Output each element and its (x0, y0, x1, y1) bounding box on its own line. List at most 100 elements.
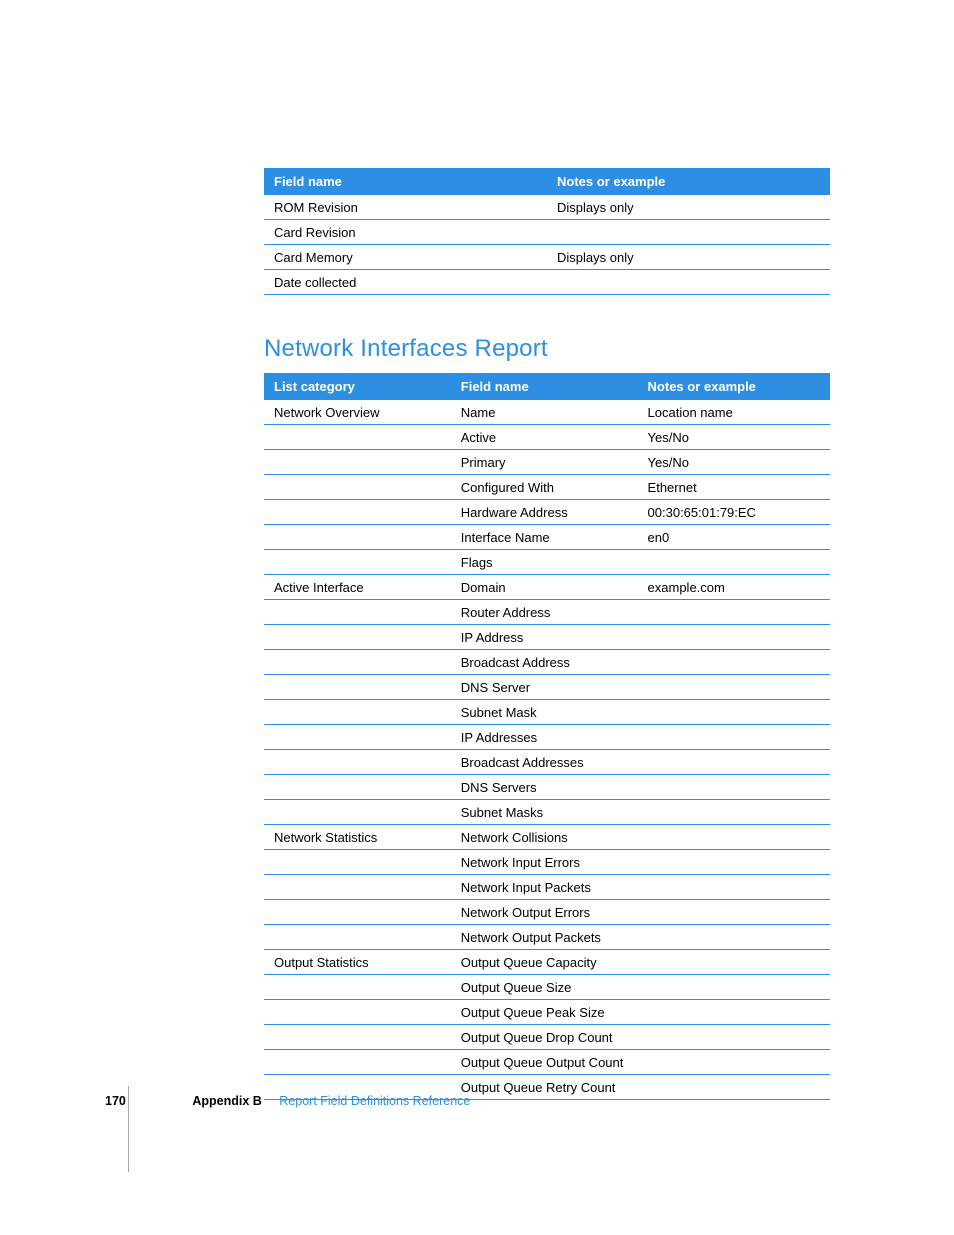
table-cell (638, 550, 830, 575)
table-cell (264, 550, 451, 575)
table-cell: Broadcast Address (451, 650, 638, 675)
table-row: Output Queue Drop Count (264, 1025, 830, 1050)
table-cell (638, 850, 830, 875)
table-cell (638, 900, 830, 925)
table-cell: Ethernet (638, 475, 830, 500)
table-row: Network Input Errors (264, 850, 830, 875)
table-cell (264, 975, 451, 1000)
field-table-2: List category Field name Notes or exampl… (264, 373, 830, 1100)
table-cell: Yes/No (638, 450, 830, 475)
table-cell: Interface Name (451, 525, 638, 550)
table-row: Router Address (264, 600, 830, 625)
table-cell (264, 800, 451, 825)
table-cell (264, 875, 451, 900)
table-row: Card MemoryDisplays only (264, 245, 830, 270)
table-row: Output StatisticsOutput Queue Capacity (264, 950, 830, 975)
table-row: Broadcast Addresses (264, 750, 830, 775)
content-area: Field name Notes or example ROM Revision… (264, 168, 830, 1100)
footer-text: 170 Appendix B Report Field Definitions … (105, 1094, 954, 1108)
table-row: PrimaryYes/No (264, 450, 830, 475)
table-cell: Name (451, 400, 638, 425)
table-row: Configured WithEthernet (264, 475, 830, 500)
table-cell: Network Collisions (451, 825, 638, 850)
table-cell (638, 625, 830, 650)
page-number: 170 (105, 1094, 126, 1108)
table-cell: Network Input Packets (451, 875, 638, 900)
table-cell: Flags (451, 550, 638, 575)
table-cell: Active (451, 425, 638, 450)
table-cell (638, 825, 830, 850)
table-row: Subnet Mask (264, 700, 830, 725)
table-cell (638, 775, 830, 800)
table-cell (638, 675, 830, 700)
table-cell: Location name (638, 400, 830, 425)
table-cell: Hardware Address (451, 500, 638, 525)
table-cell: Network Output Packets (451, 925, 638, 950)
table-row: Hardware Address00:30:65:01:79:EC (264, 500, 830, 525)
table-cell: Subnet Masks (451, 800, 638, 825)
table-cell: Displays only (547, 195, 830, 220)
table-cell: Configured With (451, 475, 638, 500)
table-cell (264, 675, 451, 700)
table-cell: Active Interface (264, 575, 451, 600)
table-cell: Primary (451, 450, 638, 475)
table-cell: ROM Revision (264, 195, 547, 220)
section-title: Network Interfaces Report (264, 335, 830, 363)
table-cell: Network Input Errors (451, 850, 638, 875)
table-cell: Domain (451, 575, 638, 600)
table-cell (264, 925, 451, 950)
table-cell: Card Revision (264, 220, 547, 245)
table-row: Network Output Errors (264, 900, 830, 925)
table-cell (638, 975, 830, 1000)
table-cell: Broadcast Addresses (451, 750, 638, 775)
table-cell: Output Statistics (264, 950, 451, 975)
table-cell (264, 750, 451, 775)
table-cell: Network Overview (264, 400, 451, 425)
table-cell: Output Queue Drop Count (451, 1025, 638, 1050)
table-cell (638, 1050, 830, 1075)
table-cell (638, 650, 830, 675)
table-cell (264, 475, 451, 500)
table-row: Output Queue Size (264, 975, 830, 1000)
table-cell (264, 700, 451, 725)
footer-rule (128, 1086, 129, 1172)
table-row: Network Input Packets (264, 875, 830, 900)
footer-link-text: Report Field Definitions Reference (279, 1094, 470, 1108)
table-cell (547, 220, 830, 245)
table-cell (264, 650, 451, 675)
table-row: Flags (264, 550, 830, 575)
table-cell: IP Addresses (451, 725, 638, 750)
table-row: ROM RevisionDisplays only (264, 195, 830, 220)
table-cell (638, 1000, 830, 1025)
table-cell: Output Queue Peak Size (451, 1000, 638, 1025)
page-footer: 170 Appendix B Report Field Definitions … (0, 1094, 954, 1108)
table-cell (264, 725, 451, 750)
table-cell (264, 775, 451, 800)
table-cell: Card Memory (264, 245, 547, 270)
t2-header-notes: Notes or example (638, 373, 830, 400)
table-cell (264, 450, 451, 475)
table-cell: Output Queue Output Count (451, 1050, 638, 1075)
table-row: DNS Server (264, 675, 830, 700)
table-cell: example.com (638, 575, 830, 600)
table-row: IP Address (264, 625, 830, 650)
t1-header-field-name: Field name (264, 168, 547, 195)
appendix-label: Appendix B (192, 1094, 261, 1108)
table-row: ActiveYes/No (264, 425, 830, 450)
table-cell (638, 925, 830, 950)
table-row: Network Output Packets (264, 925, 830, 950)
table-cell (264, 1025, 451, 1050)
table-cell: Network Statistics (264, 825, 451, 850)
table-row: Network OverviewNameLocation name (264, 400, 830, 425)
table-cell (638, 875, 830, 900)
table-cell (264, 600, 451, 625)
table-row: Output Queue Output Count (264, 1050, 830, 1075)
table-cell (638, 950, 830, 975)
table-row: Interface Nameen0 (264, 525, 830, 550)
table-cell (264, 500, 451, 525)
table-row: Card Revision (264, 220, 830, 245)
table-cell: IP Address (451, 625, 638, 650)
table-cell: 00:30:65:01:79:EC (638, 500, 830, 525)
table-cell (547, 270, 830, 295)
t2-header-list-category: List category (264, 373, 451, 400)
